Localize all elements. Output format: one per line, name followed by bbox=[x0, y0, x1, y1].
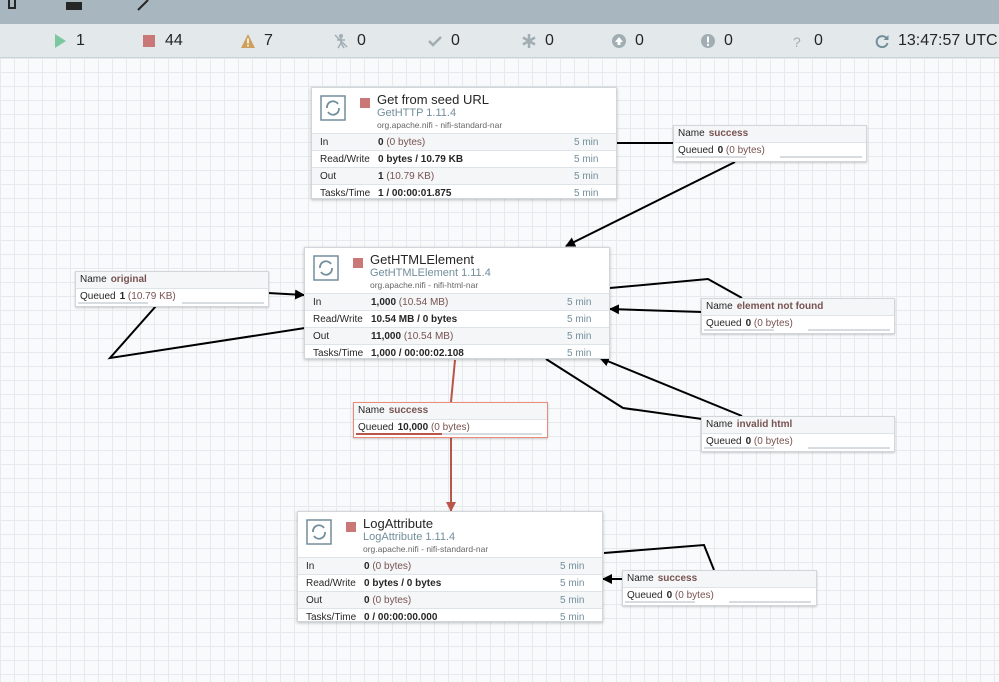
status-bar: 1 44 7 0 0 0 0 0 ? 0 13:47:57 UTC bbox=[0, 24, 999, 58]
unknown-count: ? 0 bbox=[790, 24, 823, 58]
question-icon: ? bbox=[793, 34, 801, 49]
operate-toolbar bbox=[0, 0, 999, 24]
svg-text:?: ? bbox=[793, 34, 801, 49]
processor-get-from-seed-url[interactable]: Get from seed URL GetHTTP 1.11.4 org.apa… bbox=[311, 87, 617, 199]
disabled-count: 0 bbox=[333, 24, 366, 58]
stat-row-in: In 0 (0 bytes) 5 min bbox=[312, 133, 616, 150]
connection-label-success-selected[interactable]: Name success Queued 10,000 (0 bytes) bbox=[353, 402, 548, 438]
warning-icon bbox=[241, 34, 255, 48]
connection-label-original[interactable]: Name original Queued 1 (10.79 KB) bbox=[75, 271, 269, 307]
connection-label-success-1[interactable]: Name success Queued 0 (0 bytes) bbox=[673, 125, 867, 162]
processor-bundle: org.apache.nifi - nifi-standard-nar bbox=[363, 544, 489, 554]
processor-header: LogAttribute LogAttribute 1.11.4 org.apa… bbox=[298, 512, 602, 557]
queue-bar bbox=[625, 601, 695, 603]
invalid-count: 7 bbox=[240, 24, 273, 58]
label-icon[interactable] bbox=[134, 0, 152, 12]
stat-row-read-write: Read/Write 10.54 MB / 0 bytes 5 min bbox=[305, 310, 609, 327]
queue-bar bbox=[704, 329, 774, 331]
up-arrow-circle-icon bbox=[612, 34, 626, 48]
queue-bar-full bbox=[356, 433, 442, 435]
upload-icon[interactable] bbox=[64, 0, 82, 12]
queue-bar bbox=[442, 433, 542, 435]
stat-row-in: In 0 (0 bytes) 5 min bbox=[298, 557, 602, 574]
processor-log-attribute[interactable]: LogAttribute LogAttribute 1.11.4 org.apa… bbox=[297, 511, 603, 625]
running-count: 1 bbox=[52, 24, 85, 58]
processor-header: Get from seed URL GetHTTP 1.11.4 org.apa… bbox=[312, 88, 616, 133]
processor-icon bbox=[306, 519, 332, 545]
processor-icon bbox=[320, 95, 346, 121]
exclamation-circle-icon bbox=[701, 34, 715, 48]
processor-name: GetHTMLElement bbox=[370, 252, 475, 267]
stat-row-read-write: Read/Write 0 bytes / 10.79 KB 5 min bbox=[312, 150, 616, 167]
queue-bar bbox=[780, 156, 862, 158]
stat-row-tasks: Tasks/Time 1,000 / 00:00:02.108 5 min bbox=[305, 344, 609, 361]
connection-label-success-3[interactable]: Name success Queued 0 (0 bytes) bbox=[622, 570, 817, 606]
processor-bundle: org.apache.nifi - nifi-html-nar bbox=[370, 280, 479, 290]
queue-bar bbox=[729, 601, 811, 603]
stat-row-in: In 1,000 (10.54 MB) 5 min bbox=[305, 293, 609, 310]
queue-bar bbox=[808, 447, 890, 449]
processor-name: LogAttribute bbox=[363, 516, 434, 531]
stat-row-tasks: Tasks/Time 0 / 00:00:00.000 5 min bbox=[298, 608, 602, 625]
disabled-icon bbox=[334, 34, 348, 49]
stat-row-out: Out 1 (10.79 KB) 5 min bbox=[312, 167, 616, 184]
asterisk-icon bbox=[522, 34, 536, 48]
template-icon[interactable] bbox=[6, 0, 24, 12]
connection-label-invalid-html[interactable]: Name invalid html Queued 0 (0 bytes) bbox=[701, 416, 895, 452]
processor-type: GetHTTP 1.11.4 bbox=[377, 107, 457, 119]
queue-bar bbox=[704, 447, 774, 449]
processor-type: GetHTMLElement 1.11.4 bbox=[370, 267, 491, 279]
processor-get-html-element[interactable]: GetHTMLElement GetHTMLElement 1.11.4 org… bbox=[304, 247, 610, 359]
processor-icon bbox=[313, 255, 339, 281]
stat-row-out: Out 0 (0 bytes) 5 min bbox=[298, 591, 602, 608]
stale-count: 0 bbox=[611, 24, 644, 58]
stopped-indicator-icon bbox=[360, 98, 370, 108]
processor-bundle: org.apache.nifi - nifi-standard-nar bbox=[377, 120, 503, 130]
locally-modified-count: 0 bbox=[521, 24, 554, 58]
processor-type: LogAttribute 1.11.4 bbox=[363, 531, 456, 543]
stopped-indicator-icon bbox=[346, 522, 356, 532]
queue-bar bbox=[676, 156, 746, 158]
play-icon bbox=[55, 34, 66, 48]
processor-header: GetHTMLElement GetHTMLElement 1.11.4 org… bbox=[305, 248, 609, 293]
up-to-date-count: 0 bbox=[427, 24, 460, 58]
stop-icon bbox=[143, 35, 155, 47]
stopped-count: 44 bbox=[141, 24, 183, 58]
sync-failure-count: 0 bbox=[700, 24, 733, 58]
stat-row-out: Out 11,000 (10.54 MB) 5 min bbox=[305, 327, 609, 344]
refresh-icon[interactable] bbox=[874, 33, 890, 49]
stat-row-tasks: Tasks/Time 1 / 00:00:01.875 5 min bbox=[312, 184, 616, 201]
stat-row-read-write: Read/Write 0 bytes / 0 bytes 5 min bbox=[298, 574, 602, 591]
last-refreshed[interactable]: 13:47:57 UTC bbox=[874, 24, 998, 58]
stopped-indicator-icon bbox=[353, 258, 363, 268]
processor-name: Get from seed URL bbox=[377, 92, 489, 107]
queue-bar bbox=[78, 302, 148, 304]
connection-label-element-not-found[interactable]: Name element not found Queued 0 (0 bytes) bbox=[701, 298, 895, 334]
queue-bar bbox=[182, 302, 264, 304]
queue-bar bbox=[808, 329, 890, 331]
check-icon bbox=[428, 36, 442, 47]
